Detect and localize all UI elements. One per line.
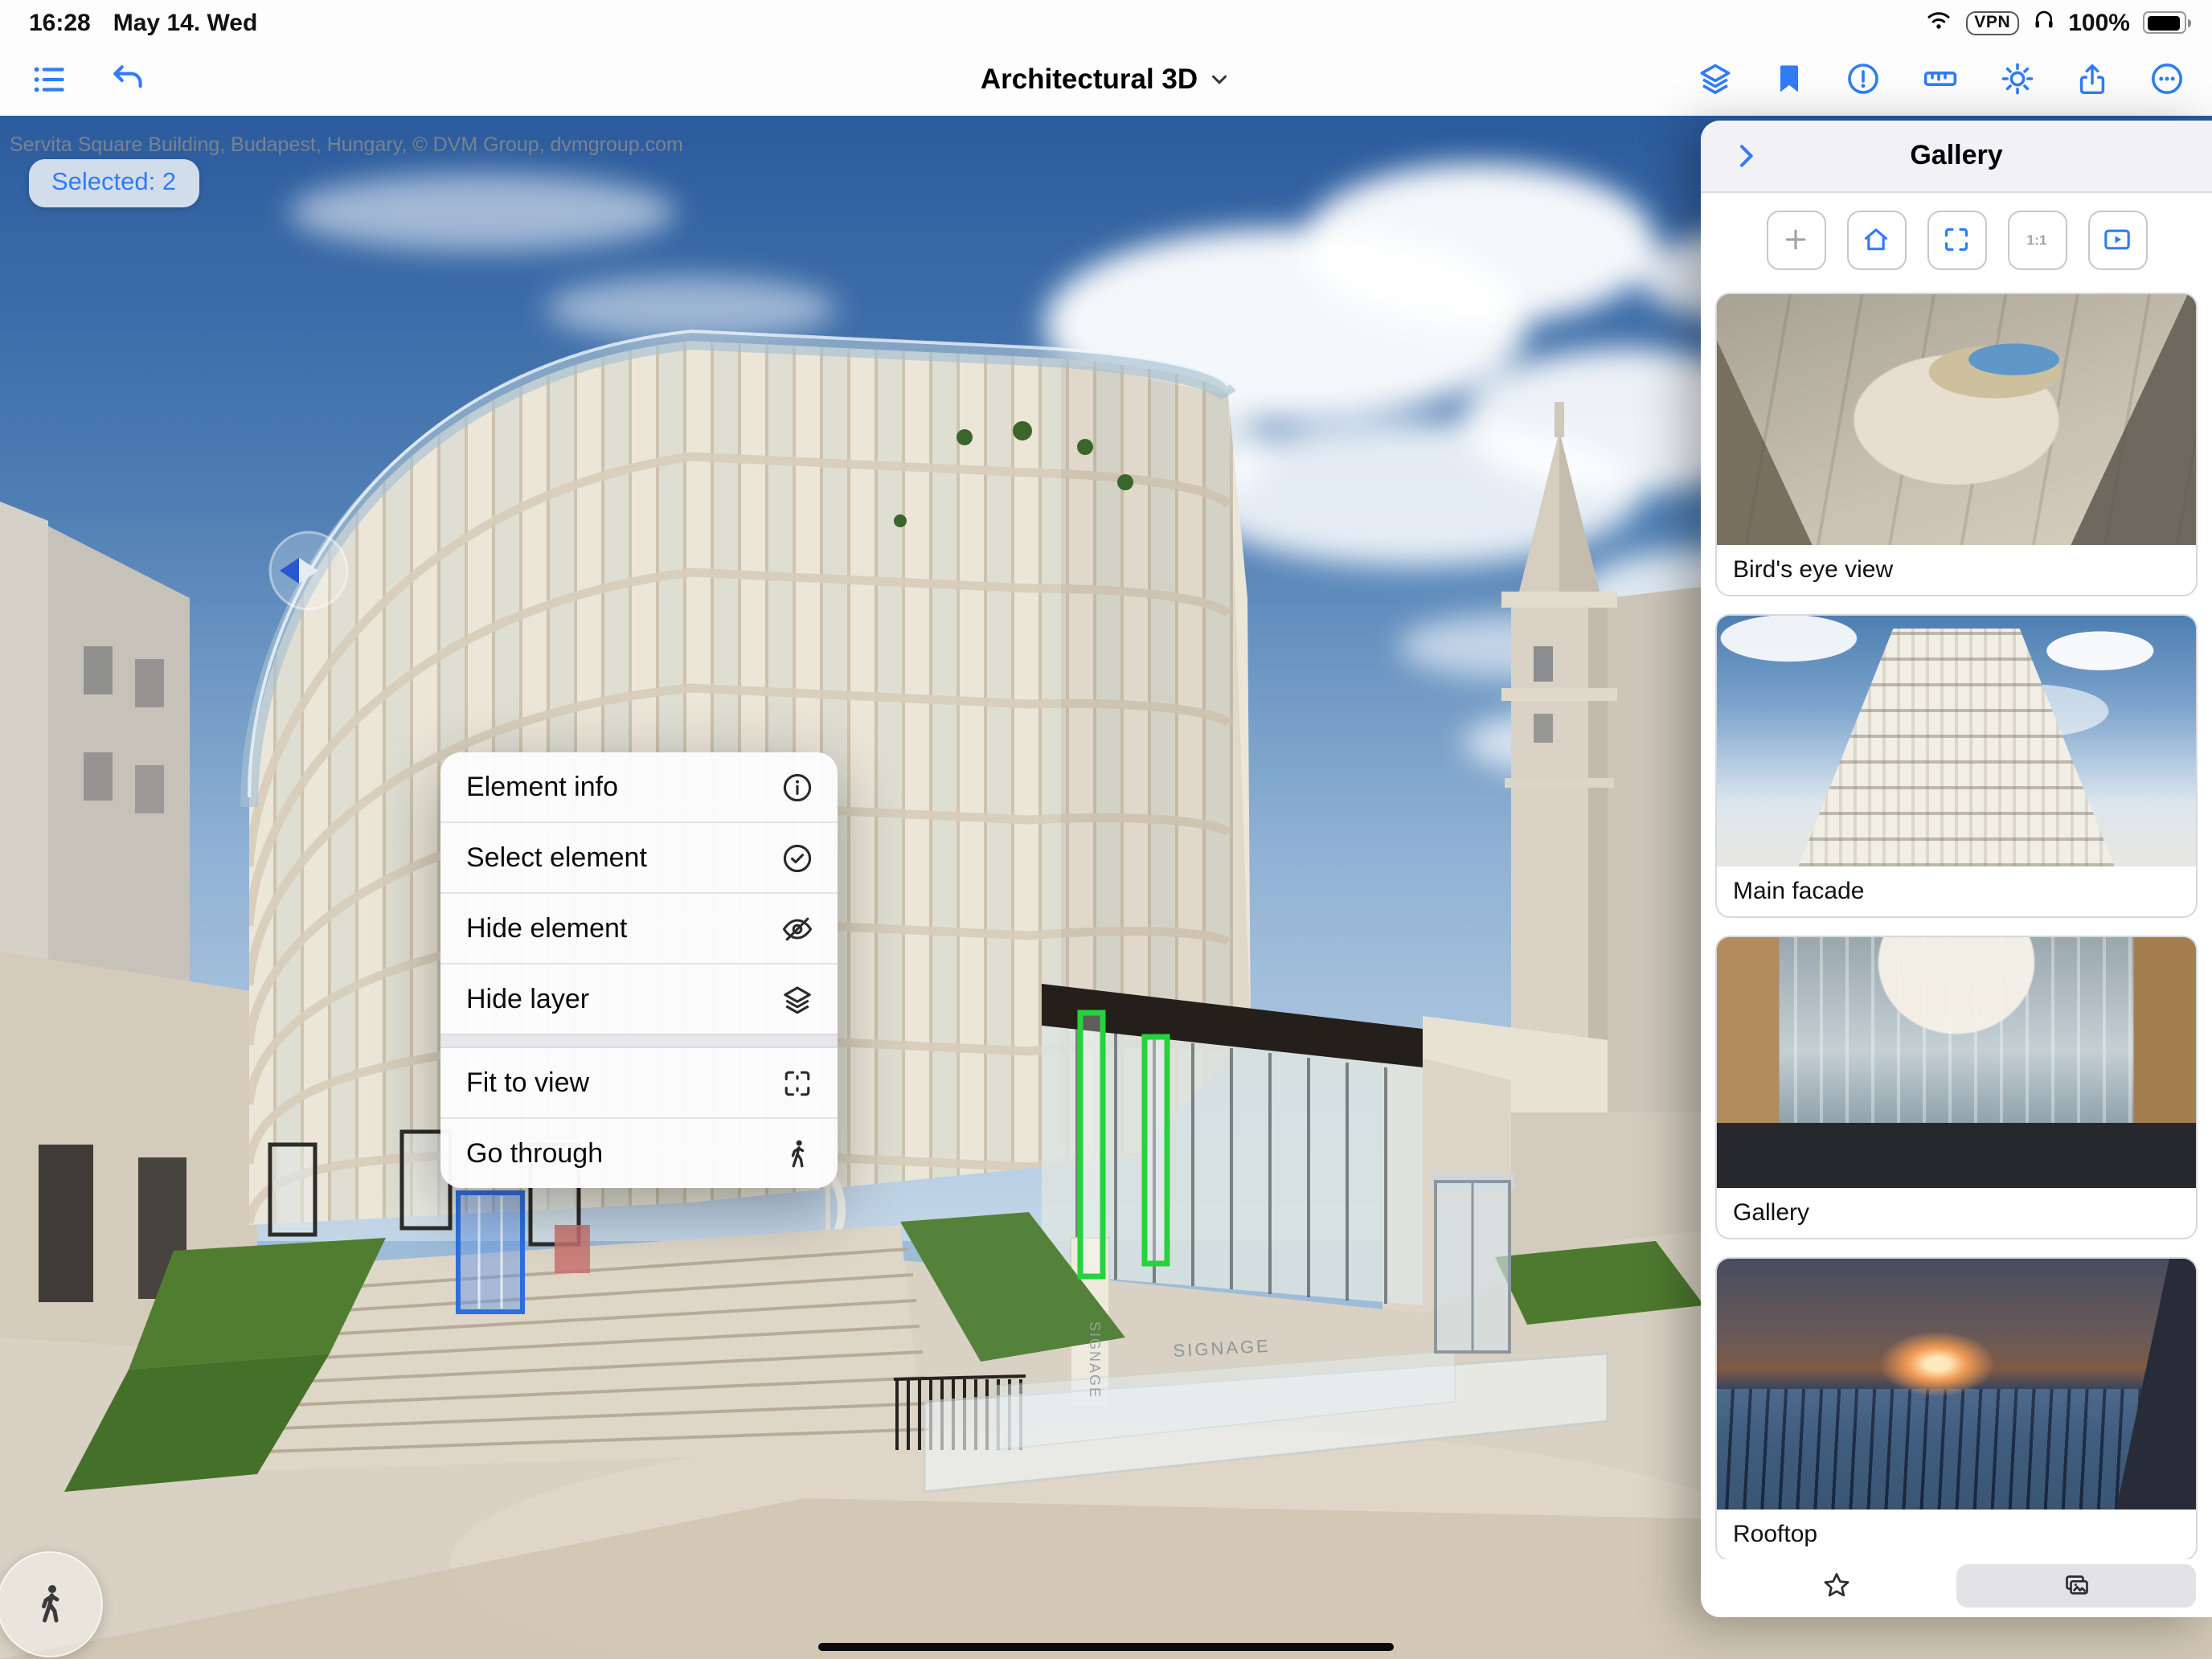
share-button[interactable] (2074, 60, 2111, 97)
bookmark-button[interactable] (1772, 61, 1807, 96)
nav-bar: Architectural 3D (0, 42, 2212, 116)
menu-item-fit-to-view[interactable]: Fit to view (440, 1048, 838, 1117)
select-check-icon (780, 840, 815, 875)
home-icon (1860, 223, 1892, 256)
slideshow-icon (2101, 223, 2133, 256)
thumbnail-facade-art (1798, 629, 2114, 866)
gallery-tab[interactable] (1956, 1564, 2196, 1608)
gallery-item[interactable]: Main facade (1715, 614, 2198, 918)
gallery-panel-header: Gallery (1701, 121, 2212, 193)
contents-button[interactable] (29, 59, 69, 99)
top-chrome: 16:28 May 14. Wed VPN 100% (0, 0, 2212, 116)
gallery-footer-tabs (1701, 1559, 2212, 1617)
walk-mode-button[interactable] (0, 1551, 103, 1657)
panel-title: Gallery (1910, 140, 2002, 172)
menu-item-label: Fit to view (466, 1067, 589, 1099)
fit-icon (1940, 223, 1972, 256)
signage-text-vertical: SIGNAGE (1087, 1321, 1103, 1399)
home-indicator[interactable] (818, 1643, 1394, 1651)
layers-button[interactable] (1696, 59, 1735, 98)
plus-icon (1780, 223, 1812, 256)
gallery-item-label: Gallery (1717, 1188, 2196, 1238)
gallery-panel: Gallery 1:1 (1701, 121, 2212, 1617)
menu-item-go-through[interactable]: Go through (440, 1117, 838, 1188)
menu-item-hide-layer[interactable]: Hide layer (440, 963, 838, 1034)
brightness-button[interactable] (1998, 59, 2037, 98)
panel-collapse-button[interactable] (1720, 121, 1772, 191)
menu-item-label: Hide layer (466, 983, 589, 1015)
battery-percent: 100% (2068, 9, 2130, 36)
walk-icon (26, 1580, 74, 1628)
gallery-list: Bird's eye view Main facade Gallery Roof… (1701, 286, 2212, 1559)
menu-separator (440, 1034, 838, 1048)
menu-item-label: Select element (466, 842, 647, 874)
clock: 16:28 (29, 9, 91, 36)
date: May 14. Wed (113, 9, 258, 36)
gallery-thumbnail[interactable] (1717, 294, 2196, 545)
vpn-badge: VPN (1966, 10, 2018, 35)
star-icon (1821, 1571, 1852, 1601)
menu-item-select-element[interactable]: Select element (440, 821, 838, 892)
gallery-toolbar: 1:1 (1701, 193, 2212, 286)
photos-icon (2060, 1570, 2092, 1602)
actual-size-button[interactable]: 1:1 (2007, 210, 2067, 269)
chevron-down-icon (1207, 67, 1231, 91)
status-bar: 16:28 May 14. Wed VPN 100% (0, 0, 2212, 42)
fit-to-view-icon (780, 1065, 815, 1100)
gallery-item-label: Main facade (1717, 866, 2196, 916)
walk-icon (780, 1136, 815, 1171)
gallery-thumbnail[interactable] (1717, 1259, 2196, 1509)
menu-item-hide-element[interactable]: Hide element (440, 892, 838, 963)
wifi-icon (1924, 8, 1953, 37)
issue-report-button[interactable] (1844, 59, 1882, 98)
copyright-watermark: Servita Square Building, Budapest, Hunga… (10, 133, 683, 156)
gallery-item[interactable]: Rooftop (1715, 1257, 2198, 1559)
menu-item-label: Go through (466, 1137, 603, 1169)
gallery-item-label: Bird's eye view (1717, 545, 2196, 595)
home-view-button[interactable] (1846, 210, 1906, 269)
add-view-button[interactable] (1766, 210, 1825, 269)
gallery-item-label: Rooftop (1717, 1509, 2196, 1559)
info-icon (780, 769, 815, 805)
app-window: SIGNAGE SIGNAGE Servita Square Building,… (0, 0, 2212, 1659)
undo-button[interactable] (108, 59, 148, 99)
fit-view-button[interactable] (1927, 210, 1986, 269)
chevron-right-icon (1730, 140, 1762, 172)
more-button[interactable] (2148, 59, 2186, 98)
gallery-item[interactable]: Gallery (1715, 936, 2198, 1239)
favorites-tab[interactable] (1717, 1564, 1956, 1608)
slideshow-button[interactable] (2087, 210, 2147, 269)
menu-item-element-info[interactable]: Element info (440, 752, 838, 821)
selection-count-badge: Selected: 2 (29, 159, 199, 207)
battery-icon (2143, 11, 2186, 34)
gallery-item[interactable]: Bird's eye view (1715, 293, 2198, 596)
gallery-thumbnail[interactable] (1717, 937, 2196, 1188)
context-menu: Element info Select element Hide element (440, 752, 838, 1188)
page-title[interactable]: Architectural 3D (981, 62, 1198, 96)
measure-button[interactable] (1919, 59, 1961, 98)
selected-element-highlight-door[interactable] (458, 1193, 522, 1312)
svg-text:1:1: 1:1 (2026, 232, 2047, 248)
eye-off-icon (780, 911, 815, 946)
headphones-icon (2031, 7, 2055, 38)
gallery-thumbnail[interactable] (1717, 616, 2196, 866)
layers-icon (780, 981, 815, 1017)
menu-item-label: Element info (466, 771, 618, 803)
menu-item-label: Hide element (466, 912, 627, 944)
one-to-one-icon: 1:1 (2019, 223, 2054, 256)
compass[interactable] (270, 532, 347, 609)
